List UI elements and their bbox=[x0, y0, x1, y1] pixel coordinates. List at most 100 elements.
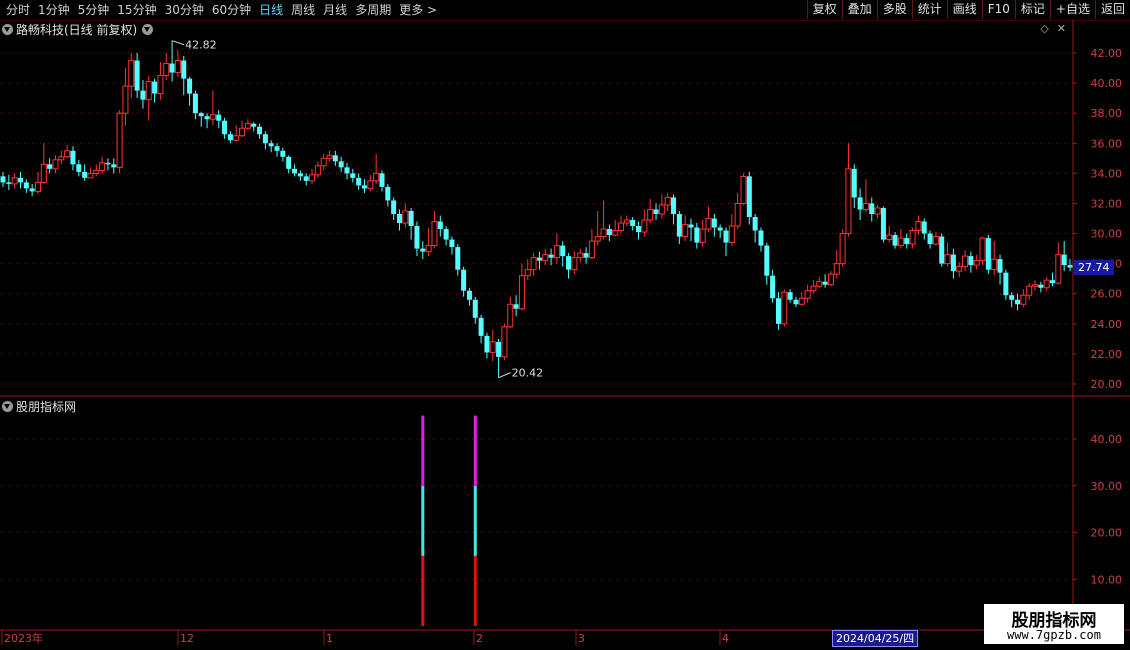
period-tab-9[interactable]: 多周期 bbox=[351, 0, 395, 20]
candle-body-up bbox=[804, 290, 811, 299]
tool-button-0[interactable]: 复权 bbox=[806, 0, 842, 19]
candle-body-down bbox=[280, 150, 286, 157]
tool-button-2[interactable]: 多股 bbox=[876, 0, 912, 19]
candle-body-down bbox=[653, 209, 659, 214]
kline-chart[interactable]: 42.0040.0038.0036.0034.0032.0030.0028.00… bbox=[0, 0, 1130, 650]
tool-button-8[interactable]: 返回 bbox=[1094, 0, 1130, 19]
candle-body-up bbox=[425, 245, 432, 253]
candle-body-up bbox=[734, 202, 741, 227]
candle-body-up bbox=[979, 237, 986, 262]
candle-body-down bbox=[82, 171, 88, 178]
indicator-panel-title-row[interactable]: 股朋指标网 bbox=[2, 398, 76, 415]
candle-body-down bbox=[892, 235, 898, 246]
candle-body-down bbox=[694, 227, 700, 243]
period-tab-5[interactable]: 60分钟 bbox=[208, 0, 255, 20]
candle-body-up bbox=[1032, 284, 1039, 287]
chevron-down-icon[interactable] bbox=[2, 24, 13, 35]
candle-body-up bbox=[588, 240, 595, 259]
candle-body-down bbox=[140, 90, 146, 100]
period-tab-6[interactable]: 日线 bbox=[255, 0, 287, 20]
candle-body-up bbox=[810, 285, 817, 292]
candle-body-up bbox=[233, 135, 240, 141]
candle-body-up bbox=[93, 169, 100, 174]
x-axis-label: 12 bbox=[180, 632, 194, 645]
candle-body-up bbox=[909, 230, 916, 245]
period-tab-2[interactable]: 5分钟 bbox=[74, 0, 114, 20]
candle-body-up bbox=[699, 228, 706, 244]
candle-body-down bbox=[566, 256, 572, 270]
candle-body-down bbox=[630, 220, 636, 227]
candle-body-down bbox=[198, 113, 204, 117]
candle-body-up bbox=[239, 127, 246, 137]
tool-button-4[interactable]: 画线 bbox=[946, 0, 982, 19]
candle-body-up bbox=[641, 219, 648, 233]
candle-body-down bbox=[23, 182, 29, 189]
dropdown-icon[interactable] bbox=[142, 24, 154, 35]
candle-body-down bbox=[76, 164, 82, 172]
candle-body-down bbox=[851, 168, 857, 198]
low-marker-line bbox=[498, 372, 511, 379]
candle-body-up bbox=[944, 254, 951, 265]
candle-body-up bbox=[40, 163, 47, 183]
candle-body-down bbox=[717, 227, 723, 231]
period-tab-8[interactable]: 月线 bbox=[319, 0, 351, 20]
candle-body-up bbox=[367, 180, 374, 189]
candle-body-down bbox=[111, 164, 117, 168]
candle-body-up bbox=[781, 291, 788, 325]
candle-body-down bbox=[560, 245, 566, 257]
period-tab-1[interactable]: 1分钟 bbox=[34, 0, 74, 20]
candle-body-up bbox=[145, 81, 152, 101]
candle-body-down bbox=[105, 162, 111, 165]
candle-body-down bbox=[793, 299, 799, 305]
candle-body-up bbox=[682, 224, 689, 238]
y-tick-label: 26.00 bbox=[1091, 288, 1123, 301]
indicator-bar-segment bbox=[421, 555, 425, 626]
diamond-icon[interactable]: ◇ bbox=[1040, 22, 1048, 35]
candle-body-down bbox=[822, 281, 828, 285]
y-tick-label: 36.00 bbox=[1091, 137, 1123, 150]
candle-body-up bbox=[623, 219, 630, 224]
candle-body-up bbox=[664, 196, 671, 206]
period-tab-4[interactable]: 30分钟 bbox=[161, 0, 208, 20]
tool-button-1[interactable]: 叠加 bbox=[841, 0, 877, 19]
indicator-bar-segment bbox=[473, 555, 477, 626]
candle-body-down bbox=[985, 238, 991, 270]
candle-body-down bbox=[466, 290, 472, 300]
y-tick-label: 38.00 bbox=[1091, 107, 1123, 120]
candle-body-up bbox=[174, 60, 181, 74]
indicator-y-tick-label: 30.00 bbox=[1091, 480, 1123, 493]
period-tab-0[interactable]: 分时 bbox=[2, 0, 34, 20]
candle-body-down bbox=[332, 155, 338, 162]
candle-body-down bbox=[222, 120, 228, 135]
candle-body-up bbox=[314, 165, 321, 176]
candle-body-up bbox=[501, 326, 508, 358]
candle-body-down bbox=[1015, 299, 1021, 305]
candle-body-down bbox=[420, 248, 426, 252]
period-tab-3[interactable]: 15分钟 bbox=[113, 0, 160, 20]
period-tabs: 分时 1分钟 5分钟 15分钟 30分钟 60分钟 日线 周线 月线 多周期 更多 > bbox=[2, 0, 441, 20]
candle-body-down bbox=[968, 256, 974, 266]
candle-body-up bbox=[1020, 294, 1027, 305]
period-tab-7[interactable]: 周线 bbox=[287, 0, 319, 20]
candle-body-down bbox=[927, 233, 933, 245]
candle-body-down bbox=[676, 213, 682, 237]
candle-body-down bbox=[513, 304, 519, 309]
tool-button-5[interactable]: F10 bbox=[981, 0, 1015, 19]
chevron-down-icon[interactable] bbox=[2, 401, 13, 412]
tool-button-6[interactable]: 标记 bbox=[1014, 0, 1050, 19]
candle-body-up bbox=[956, 266, 963, 272]
candle-body-up bbox=[1043, 279, 1050, 289]
candle-body-down bbox=[775, 298, 781, 324]
candle-body-down bbox=[251, 123, 257, 127]
period-tab-10[interactable]: 更多 > bbox=[395, 0, 441, 20]
candle-body-down bbox=[939, 236, 945, 264]
main-panel-title-row[interactable]: 路畅科技(日线 前复权) bbox=[2, 21, 156, 38]
candle-body-down bbox=[292, 168, 298, 174]
candle-body-down bbox=[187, 78, 193, 94]
tool-button-7[interactable]: +自选 bbox=[1049, 0, 1095, 19]
period-toolbar: 分时 1分钟 5分钟 15分钟 30分钟 60分钟 日线 周线 月线 多周期 更多 > 复权 叠加 多股… bbox=[0, 0, 1130, 21]
close-icon[interactable]: ✕ bbox=[1057, 22, 1066, 35]
tool-button-3[interactable]: 统计 bbox=[911, 0, 947, 19]
candle-body-up bbox=[833, 263, 840, 275]
candle-body-down bbox=[857, 197, 863, 210]
